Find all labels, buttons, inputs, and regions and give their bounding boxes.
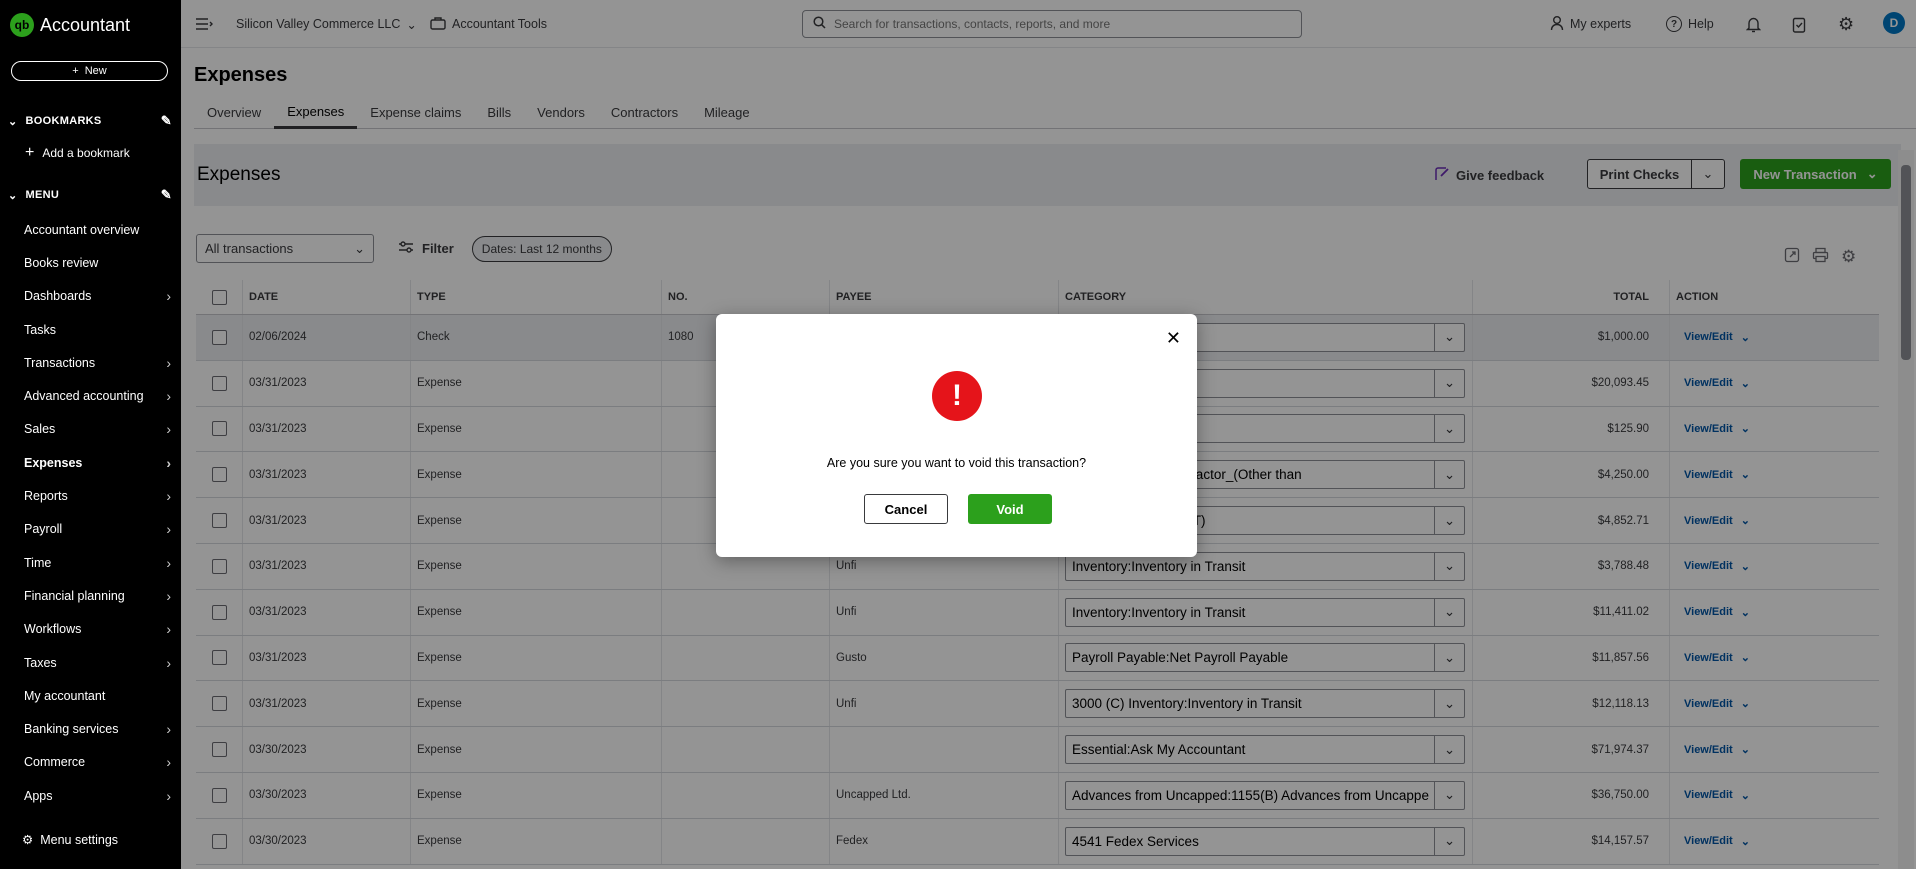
sidebar-item[interactable]: Financial planning ›: [0, 579, 181, 612]
sidebar-item[interactable]: Commerce ›: [0, 746, 181, 779]
chevron-right-icon: ›: [166, 587, 171, 604]
sidebar-item[interactable]: Workflows ›: [0, 613, 181, 646]
pencil-icon[interactable]: ✎: [161, 113, 172, 129]
sidebar-item-label: My accountant: [24, 688, 106, 703]
sidebar-item-label: Time: [24, 555, 52, 570]
sidebar-item-label: Tasks: [24, 322, 56, 337]
chevron-right-icon: ›: [166, 721, 171, 738]
chevron-right-icon: ›: [166, 488, 171, 505]
sidebar-item-label: Sales: [24, 422, 56, 437]
sidebar-item[interactable]: Books review: [0, 246, 181, 279]
menu-label: MENU: [25, 189, 60, 201]
sidebar-item-label: Commerce: [24, 755, 86, 770]
sidebar-item-label: Taxes: [24, 655, 57, 670]
menu-header[interactable]: ⌄ MENU ✎: [8, 187, 172, 203]
new-button[interactable]: + New: [11, 61, 168, 81]
void-confirmation-dialog: ✕ ! Are you sure you want to void this t…: [716, 314, 1197, 557]
chevron-right-icon: ›: [166, 654, 171, 671]
sidebar-item-label: Reports: [24, 489, 68, 504]
sidebar-item[interactable]: Expenses ›: [0, 446, 181, 479]
sidebar-item[interactable]: My accountant: [0, 679, 181, 712]
dialog-message: Are you sure you want to void this trans…: [826, 456, 1087, 470]
chevron-right-icon: ›: [166, 787, 171, 804]
app-root: qb Accountant + New ⌄ BOOKMARKS ✎ + Add …: [0, 0, 1916, 869]
bookmarks-label: BOOKMARKS: [25, 115, 102, 127]
plus-icon: +: [72, 65, 79, 77]
sidebar-item[interactable]: Taxes ›: [0, 646, 181, 679]
bookmarks-header[interactable]: ⌄ BOOKMARKS ✎: [8, 113, 172, 129]
chevron-down-icon: ⌄: [8, 115, 18, 128]
sidebar-item-label: Financial planning: [24, 588, 125, 603]
sidebar-item-label: Payroll: [24, 522, 63, 537]
alert-icon: !: [932, 371, 982, 421]
sidebar-item-label: Banking services: [24, 722, 119, 737]
new-button-label: New: [84, 65, 107, 77]
quickbooks-logo-icon: qb: [10, 13, 34, 37]
sidebar-item-label: Expenses: [24, 455, 83, 470]
sidebar-item[interactable]: Time ›: [0, 546, 181, 579]
sidebar-item[interactable]: Payroll ›: [0, 513, 181, 546]
sidebar-item[interactable]: Accountant overview: [0, 213, 181, 246]
sidebar-item[interactable]: Tasks: [0, 313, 181, 346]
sidebar-item[interactable]: Dashboards ›: [0, 280, 181, 313]
sidebar-item-label: Books review: [24, 255, 99, 270]
sidebar-item[interactable]: Banking services ›: [0, 712, 181, 745]
chevron-right-icon: ›: [166, 388, 171, 405]
chevron-down-icon: ⌄: [8, 189, 18, 202]
pencil-icon[interactable]: ✎: [161, 187, 172, 203]
sidebar-item-label: Workflows: [24, 622, 82, 637]
chevron-right-icon: ›: [166, 554, 171, 571]
plus-icon: +: [25, 144, 35, 161]
add-bookmark[interactable]: + Add a bookmark: [25, 144, 130, 162]
menu-settings[interactable]: ⚙ Menu settings: [22, 832, 119, 848]
close-icon[interactable]: ✕: [1166, 328, 1181, 349]
cancel-button[interactable]: Cancel: [864, 494, 948, 524]
sidebar-item-label: Dashboards: [24, 289, 92, 304]
dialog-buttons: Cancel Void: [864, 494, 1052, 524]
chevron-right-icon: ›: [166, 621, 171, 638]
gear-icon: ⚙: [22, 833, 34, 847]
chevron-right-icon: ›: [166, 521, 171, 538]
sidebar-menu: Accountant overview Books review Dashboard…: [0, 213, 181, 812]
chevron-right-icon: ›: [166, 354, 171, 371]
brand-name: Accountant: [40, 14, 131, 35]
chevron-right-icon: ›: [166, 421, 171, 438]
sidebar-item[interactable]: Reports ›: [0, 479, 181, 512]
sidebar: qb Accountant + New ⌄ BOOKMARKS ✎ + Add …: [0, 0, 181, 869]
sidebar-item-label: Advanced accounting: [24, 389, 144, 404]
sidebar-item[interactable]: Transactions ›: [0, 346, 181, 379]
chevron-right-icon: ›: [166, 754, 171, 771]
sidebar-item-label: Transactions: [24, 355, 96, 370]
menu-settings-label: Menu settings: [40, 832, 119, 847]
add-bookmark-label: Add a bookmark: [42, 146, 130, 160]
sidebar-item[interactable]: Advanced accounting ›: [0, 379, 181, 412]
chevron-right-icon: ›: [166, 288, 171, 305]
sidebar-item-label: Apps: [24, 788, 53, 803]
brand[interactable]: qb Accountant: [10, 13, 130, 37]
sidebar-item[interactable]: Apps ›: [0, 779, 181, 812]
chevron-right-icon: ›: [166, 454, 171, 471]
void-button[interactable]: Void: [968, 494, 1052, 524]
sidebar-item-label: Accountant overview: [24, 222, 140, 237]
sidebar-item[interactable]: Sales ›: [0, 413, 181, 446]
